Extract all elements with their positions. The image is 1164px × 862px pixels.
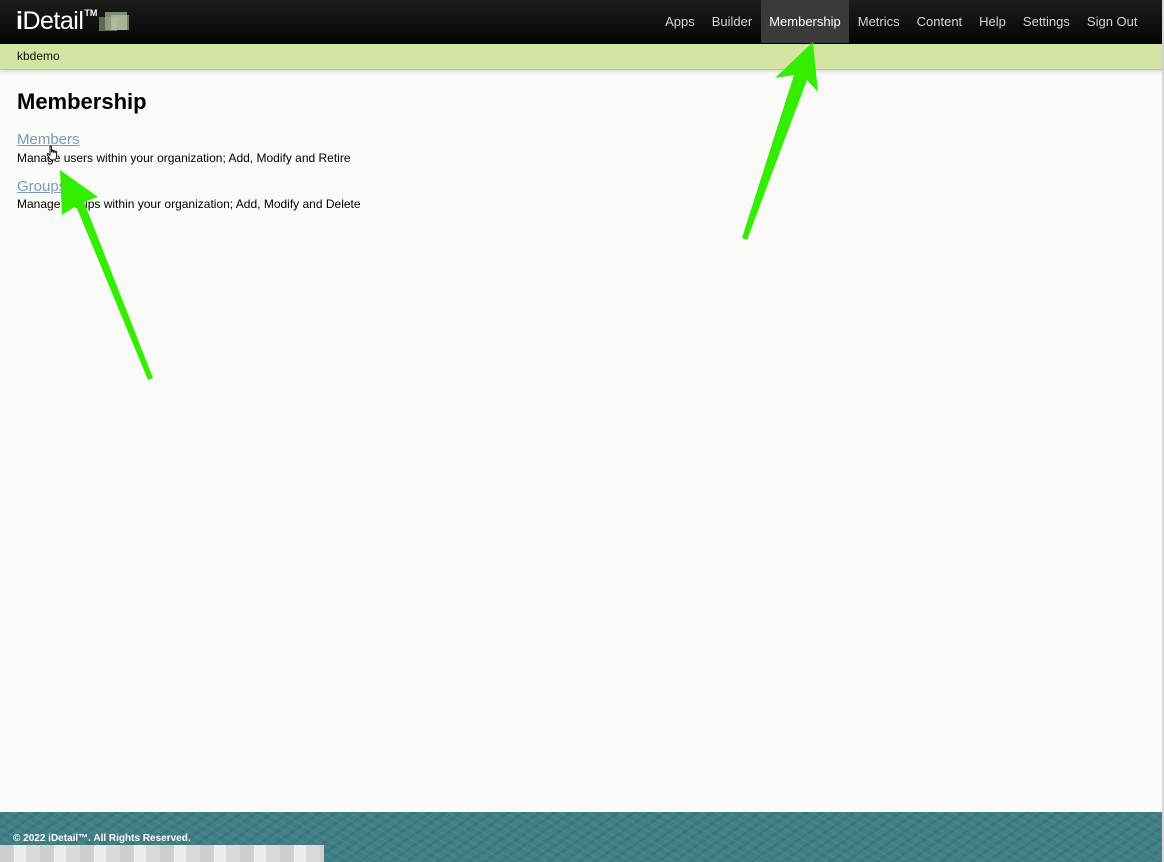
arrow-icon xyxy=(742,42,818,240)
redacted-status-area xyxy=(0,845,324,862)
arrow-icon xyxy=(60,170,153,380)
copyright-text: © 2022 iDetail™. All Rights Reserved. xyxy=(13,833,191,844)
annotation-arrows xyxy=(60,42,818,380)
